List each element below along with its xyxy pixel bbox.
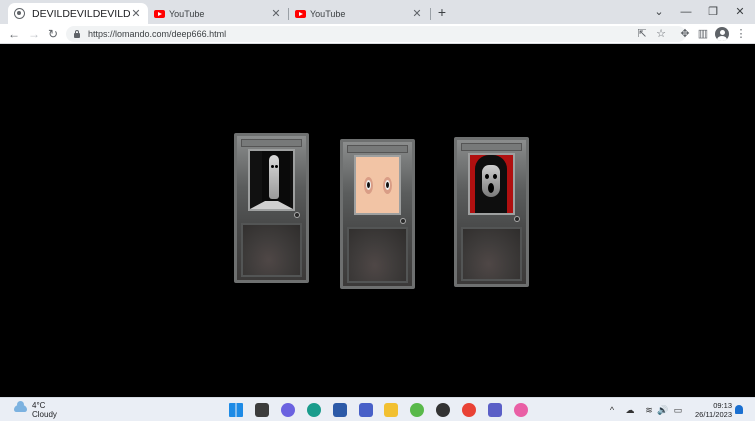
door-lower-panel	[241, 223, 302, 277]
volume-icon[interactable]: 🔊	[657, 403, 669, 417]
reload-button[interactable]: ↻	[45, 26, 61, 42]
tab-close-icon[interactable]: ✕	[411, 7, 423, 20]
door-lower-panel	[347, 227, 408, 283]
chat-icon[interactable]	[281, 403, 295, 417]
mouth	[488, 183, 494, 193]
lock-icon[interactable]	[74, 29, 80, 38]
notification-bell-icon[interactable]	[735, 405, 743, 414]
tab-close-icon[interactable]: ✕	[130, 7, 142, 20]
store-icon[interactable]	[333, 403, 347, 417]
cloud-weather-icon[interactable]	[14, 401, 27, 412]
address-bar[interactable]: https://lomando.com/deep666.html	[66, 26, 686, 42]
folder-icon[interactable]	[384, 403, 398, 417]
pale-face	[269, 155, 279, 199]
tab-devil[interactable]: DEVILDEVILDEVILDE ✕	[8, 3, 148, 24]
tab-label: DEVILDEVILDEVILDE	[32, 7, 130, 20]
tab-youtube-1[interactable]: YouTube ✕	[148, 3, 288, 24]
clock-date[interactable]: 26/11/2023	[690, 410, 732, 419]
globe-icon	[14, 8, 25, 19]
tab-label: YouTube	[310, 8, 346, 19]
file-explorer-icon[interactable]	[255, 403, 269, 417]
back-button[interactable]: ←	[6, 26, 22, 42]
door-eyes[interactable]	[340, 139, 415, 289]
door-window[interactable]	[354, 155, 401, 215]
browser-toolbar: ← → ↻ https://lomando.com/deep666.html ⇱…	[0, 24, 755, 44]
door-window[interactable]	[248, 149, 295, 211]
bookmark-star-icon[interactable]: ☆	[653, 26, 669, 42]
weather-temperature[interactable]: 4°C	[32, 401, 45, 410]
battery-icon[interactable]: ▭	[672, 403, 684, 417]
side-panel-icon[interactable]: ▥	[695, 26, 711, 42]
door-top-panel	[241, 139, 302, 147]
edge-icon[interactable]	[307, 403, 321, 417]
door-lower-panel	[461, 227, 522, 281]
close-window-button[interactable]: ✕	[727, 3, 753, 21]
maximize-button[interactable]: ❐	[700, 3, 726, 21]
profile-avatar[interactable]	[715, 27, 729, 41]
clock-time[interactable]: 09:13	[706, 401, 732, 410]
eye	[493, 174, 497, 179]
extensions-icon[interactable]: ✥	[677, 26, 693, 42]
forward-button[interactable]: →	[26, 26, 42, 42]
paint-icon[interactable]	[514, 403, 528, 417]
eye	[275, 165, 278, 168]
tab-strip: DEVILDEVILDEVILDE ✕ YouTube ✕ YouTube ✕ …	[0, 0, 755, 24]
eye	[271, 165, 274, 168]
chrome-icon[interactable]	[462, 403, 476, 417]
screaming-face	[482, 165, 500, 197]
tab-label: YouTube	[169, 8, 205, 19]
scream-app-icon[interactable]	[436, 403, 450, 417]
tab-youtube-2[interactable]: YouTube ✕	[289, 3, 429, 24]
door-screamer[interactable]	[454, 137, 529, 287]
minimize-button[interactable]: —	[673, 3, 699, 21]
tab-close-icon[interactable]: ✕	[270, 7, 282, 20]
door-window[interactable]	[468, 153, 515, 215]
door-top-panel	[347, 145, 408, 153]
menu-icon[interactable]: ⋮	[733, 26, 749, 42]
youtube-icon	[295, 9, 306, 18]
photos-icon[interactable]	[410, 403, 424, 417]
taskbar	[0, 397, 755, 421]
door-knob[interactable]	[400, 218, 406, 224]
door-knob[interactable]	[294, 212, 300, 218]
teams-icon[interactable]	[488, 403, 502, 417]
eye	[485, 174, 489, 179]
wifi-icon[interactable]: ≋	[643, 403, 655, 417]
editor-icon[interactable]	[359, 403, 373, 417]
share-icon[interactable]: ⇱	[634, 26, 650, 42]
right-eye	[383, 177, 392, 194]
door-knob[interactable]	[514, 216, 520, 222]
tab-search-button[interactable]: ⌄	[646, 3, 672, 21]
tab-separator	[430, 8, 431, 20]
windows-start-icon[interactable]	[229, 403, 243, 417]
door-pale-girl[interactable]	[234, 133, 309, 283]
new-tab-button[interactable]: +	[434, 4, 450, 20]
url-text[interactable]: https://lomando.com/deep666.html	[88, 29, 226, 39]
left-eye	[364, 177, 373, 194]
page-viewport	[2, 45, 755, 397]
door-top-panel	[461, 143, 522, 151]
onedrive-cloud-icon[interactable]: ☁	[624, 403, 636, 417]
weather-condition[interactable]: Cloudy	[32, 410, 57, 419]
tray-chevron-icon[interactable]: ^	[606, 403, 618, 417]
youtube-icon	[154, 9, 165, 18]
